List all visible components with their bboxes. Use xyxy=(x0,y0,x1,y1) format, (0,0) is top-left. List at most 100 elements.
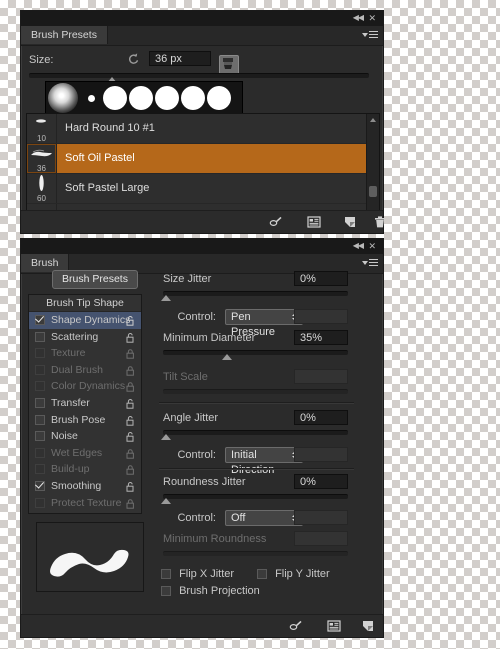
size-jitter-knob[interactable] xyxy=(161,295,171,301)
panel-menu-icon[interactable] xyxy=(362,258,378,269)
lock-closed-icon[interactable] xyxy=(126,448,135,459)
panel-menu-icon[interactable] xyxy=(362,30,378,41)
checkbox-transfer[interactable] xyxy=(35,397,45,408)
size-jitter-slider[interactable] xyxy=(161,291,348,301)
preset-manager-icon[interactable] xyxy=(327,619,341,633)
sidebar-item-transfer[interactable]: Transfer xyxy=(29,395,141,412)
angle-jitter-input[interactable]: 0% xyxy=(294,410,348,425)
toggle-brush-icon[interactable] xyxy=(289,619,303,633)
sidebar-item-shape-dynamics[interactable]: Shape Dynamics xyxy=(29,312,141,329)
roundness-jitter-slider[interactable] xyxy=(161,494,348,504)
sidebar-item-color-dynamics[interactable]: Color Dynamics xyxy=(29,378,141,395)
size-control-select[interactable]: Pen Pressure xyxy=(225,309,303,338)
brush-thumb-soft[interactable] xyxy=(48,83,78,113)
checkbox-noise[interactable] xyxy=(35,431,45,442)
lock-open-icon[interactable] xyxy=(126,332,135,343)
brush-thumb-1[interactable] xyxy=(103,86,127,110)
sidebar-item-brush-tip-shape[interactable]: Brush Tip Shape xyxy=(29,295,141,312)
sidebar-item-build-up[interactable]: Build-up xyxy=(29,461,141,478)
minimum-diameter-input[interactable]: 35% xyxy=(294,330,348,345)
roundness-control-select[interactable]: Off xyxy=(225,510,303,526)
list-item[interactable]: 36 Soft Oil Pastel xyxy=(27,144,379,174)
sidebar-item-scattering[interactable]: Scattering xyxy=(29,329,141,346)
sidebar-item-noise[interactable]: Noise xyxy=(29,428,141,445)
sidebar-item-protect-texture[interactable]: Protect Texture xyxy=(29,495,141,512)
brush-thumb-2[interactable] xyxy=(129,86,153,110)
size-control-field[interactable] xyxy=(294,309,348,324)
brush-thumb-tiny[interactable] xyxy=(88,95,95,102)
checkbox-brush-pose[interactable] xyxy=(35,414,45,425)
brush-thumb-3[interactable] xyxy=(155,86,179,110)
sidebar-item-texture[interactable]: Texture xyxy=(29,345,141,362)
angle-jitter-slider[interactable] xyxy=(161,430,348,440)
lock-open-icon[interactable] xyxy=(126,398,135,409)
close-icon[interactable]: ✕ xyxy=(368,242,376,251)
roundness-control-field[interactable] xyxy=(294,510,348,525)
angle-control-select[interactable]: Initial Direction xyxy=(225,447,303,476)
toggle-brush-icon[interactable] xyxy=(269,215,283,229)
brush-preset-list[interactable]: 10 Hard Round 10 #1 36 Soft Oil Pastel 6… xyxy=(26,113,380,221)
sidebar-item-brush-pose[interactable]: Brush Pose xyxy=(29,412,141,429)
scrollbar-thumb[interactable] xyxy=(369,186,377,197)
size-jitter-input[interactable]: 0% xyxy=(294,271,348,286)
checkbox-flip-y-jitter[interactable] xyxy=(257,569,267,580)
lock-closed-icon[interactable] xyxy=(126,365,135,376)
size-input[interactable]: 36 px xyxy=(149,51,211,66)
collapse-arrows-icon[interactable]: ◀◀ xyxy=(353,14,364,22)
preset-list-scrollbar[interactable] xyxy=(366,114,379,220)
minimum-roundness-input[interactable] xyxy=(294,531,348,546)
minimum-diameter-slider[interactable] xyxy=(163,350,348,360)
checkbox-protect-texture[interactable] xyxy=(35,497,45,508)
lock-open-icon[interactable] xyxy=(126,481,135,492)
new-brush-icon[interactable] xyxy=(343,215,357,229)
lock-closed-icon[interactable] xyxy=(126,464,135,476)
collapse-arrows-icon[interactable]: ◀◀ xyxy=(353,242,364,250)
tab-brush-presets[interactable]: Brush Presets xyxy=(21,26,108,44)
lock-open-icon[interactable] xyxy=(126,415,135,426)
checkbox-brush-projection[interactable] xyxy=(161,586,171,597)
delete-brush-icon[interactable] xyxy=(373,215,387,229)
brush-tip-thumbnails[interactable] xyxy=(45,81,243,115)
preset-manager-icon[interactable] xyxy=(307,215,321,229)
checkbox-build-up[interactable] xyxy=(35,464,45,475)
roundness-jitter-input[interactable]: 0% xyxy=(294,474,348,489)
list-item[interactable]: 60 Soft Pastel Large xyxy=(27,174,379,204)
angle-control-field[interactable] xyxy=(294,447,348,462)
reset-icon[interactable] xyxy=(127,52,141,66)
lock-closed-icon[interactable] xyxy=(126,381,135,393)
close-icon[interactable]: ✕ xyxy=(368,14,376,23)
lock-closed-icon[interactable] xyxy=(126,498,135,509)
tilt-scale-input[interactable] xyxy=(294,369,348,384)
flip-y-jitter-row[interactable]: Flip Y Jitter xyxy=(257,568,330,580)
minimum-diameter-knob[interactable] xyxy=(222,354,232,360)
checkbox-smoothing[interactable] xyxy=(35,480,45,491)
roundness-jitter-knob[interactable] xyxy=(161,498,171,504)
tilt-scale-slider[interactable] xyxy=(163,389,348,394)
list-item[interactable]: 10 Hard Round 10 #1 xyxy=(27,114,379,144)
checkbox-flip-x-jitter[interactable] xyxy=(161,569,171,580)
sidebar-item-smoothing[interactable]: Smoothing xyxy=(29,478,141,495)
brush-thumb-5[interactable] xyxy=(207,86,231,110)
brush-thumb-4[interactable] xyxy=(181,86,205,110)
brush-tip-icon[interactable] xyxy=(219,55,239,75)
sidebar-item-label: Texture xyxy=(51,347,86,360)
minimum-roundness-slider[interactable] xyxy=(163,551,348,556)
size-slider[interactable] xyxy=(29,73,369,83)
flip-x-jitter-row[interactable]: Flip X Jitter xyxy=(161,568,234,580)
checkbox-wet-edges[interactable] xyxy=(35,447,45,458)
lock-open-icon[interactable] xyxy=(126,431,135,442)
checkbox-texture[interactable] xyxy=(35,348,45,359)
lock-open-icon[interactable] xyxy=(126,315,135,326)
checkbox-scattering[interactable] xyxy=(35,331,45,342)
checkbox-dual-brush[interactable] xyxy=(35,364,45,375)
angle-jitter-knob[interactable] xyxy=(161,434,171,440)
lock-closed-icon[interactable] xyxy=(126,348,135,359)
brush-projection-row[interactable]: Brush Projection xyxy=(161,585,260,597)
sidebar-item-wet-edges[interactable]: Wet Edges xyxy=(29,445,141,462)
sidebar-item-dual-brush[interactable]: Dual Brush xyxy=(29,362,141,379)
checkbox-shape-dynamics[interactable] xyxy=(35,315,45,325)
scroll-up-icon[interactable] xyxy=(370,118,376,122)
new-brush-icon[interactable] xyxy=(361,619,375,633)
checkbox-color-dynamics[interactable] xyxy=(35,381,45,392)
brush-presets-button[interactable]: Brush Presets xyxy=(52,270,138,289)
